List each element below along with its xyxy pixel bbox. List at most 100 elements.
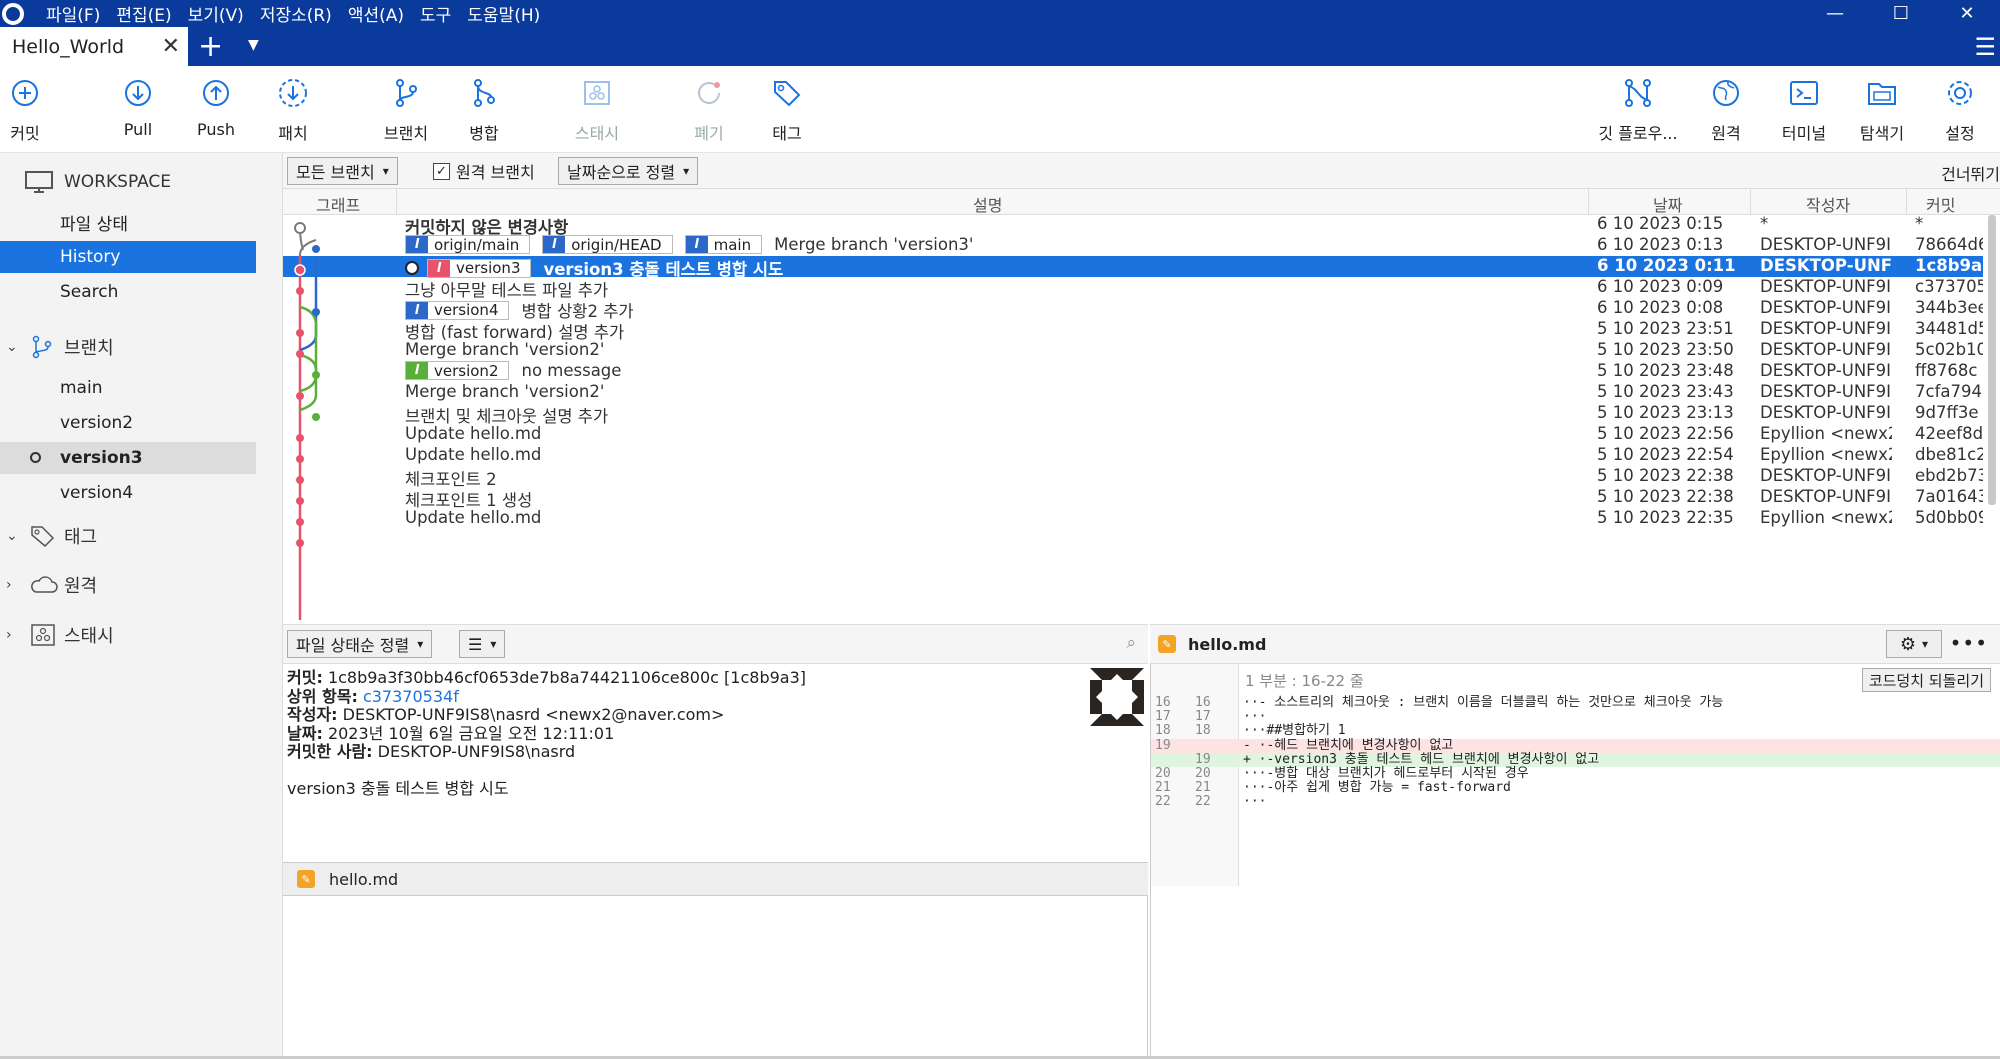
branch-badge[interactable]: ⅼ origin/main: [405, 235, 531, 254]
commit-date: 5 10 2023 22:35: [1597, 508, 1734, 527]
hamburger-menu-icon[interactable]: ☰: [1974, 33, 1996, 61]
branch-badge[interactable]: ⅼ version4: [405, 300, 510, 320]
column-date[interactable]: 날짜: [1653, 192, 1682, 216]
sidebar-section-stashes[interactable]: › 스태시: [6, 619, 114, 651]
menu-view[interactable]: 보기(V): [188, 1, 244, 26]
diff-line-text: ···: [1243, 794, 1267, 810]
merge-button[interactable]: 병합: [444, 78, 524, 144]
commit-message-text: Update hello.md: [405, 424, 542, 443]
maximize-button[interactable]: ☐: [1868, 0, 1934, 27]
sidebar-section-tags[interactable]: ⌄ 태그: [6, 520, 97, 552]
sidebar-branch-main[interactable]: main: [0, 372, 256, 404]
commit-message-text: no message: [521, 361, 622, 380]
diff-view: 1 부분 : 16-22 줄 코드덩치 되돌리기 16 16 ··- 소스트리의 체…: [1150, 664, 2000, 1059]
branch-badge[interactable]: ⅼ main: [684, 235, 763, 254]
line-number: 22: [1195, 794, 1211, 810]
commit-row[interactable]: 병합 (fast forward) 설명 추가 5 10 2023 23:51 DE…: [283, 319, 1983, 342]
commit-row[interactable]: ⅼ version3 version3 충돌 테스트 병합 시도 6 10 2023 …: [283, 256, 1983, 279]
more-options-icon[interactable]: •••: [1950, 631, 1988, 655]
branch-badge[interactable]: ⅼ origin/HEAD: [542, 235, 673, 254]
sidebar-branch-version2[interactable]: version2: [0, 407, 256, 439]
commit-row[interactable]: 체크포인트 25 10 2023 22:38DESKTOP-UNF9IS8ebd…: [283, 466, 1983, 489]
diff-options-button[interactable]: ⚙ ▾: [1886, 630, 1942, 658]
gitflow-button[interactable]: 깃 플로우...: [1598, 78, 1678, 144]
tab-close-icon[interactable]: ✕: [162, 34, 180, 59]
diff-line-text: ···-아주 쉽게 병합 가능 = fast-forward: [1243, 780, 1511, 796]
new-tab-button[interactable]: +: [198, 29, 223, 64]
tab-bar: Hello_World ✕ + ▼ ☰: [0, 27, 2000, 66]
column-graph[interactable]: 그래프: [316, 192, 360, 216]
sidebar-branch-version4[interactable]: version4: [0, 477, 256, 509]
revert-hunk-button[interactable]: 코드덩치 되돌리기: [1861, 668, 1991, 692]
context-line[interactable]: 16 16 ··- 소스트리의 체크아웃 : 브랜치 이름을 더블클릭 하는 것만으…: [1151, 696, 2000, 710]
discard-button[interactable]: 폐기: [669, 78, 749, 144]
commit-row[interactable]: 브랜치 및 체크아웃 설명 추가 5 10 2023 23:13 DESKTOP-U…: [283, 403, 1983, 426]
changed-file-row[interactable]: ✎ hello.md: [283, 862, 1148, 896]
globe-icon: [1711, 78, 1741, 108]
commit-row[interactable]: ⅼ version4 병합 상황2 추가 6 10 2023 0:08 DESKTOP-…: [283, 298, 1983, 321]
column-commit[interactable]: 커밋: [1926, 192, 1955, 216]
tag-icon: [772, 78, 802, 108]
context-line[interactable]: 21 21 ···-아주 쉽게 병합 가능 = fast-forward: [1151, 781, 2000, 795]
menu-repository[interactable]: 저장소(R): [260, 1, 332, 26]
added-line[interactable]: 19 + ·-version3 충돌 테스트 헤드 브랜치에 변경사항이 없고: [1151, 752, 2000, 767]
sidebar-item-search[interactable]: Search: [0, 276, 256, 308]
commit-row[interactable]: Update hello.md 5 10 2023 22:54 Epyllion <…: [283, 445, 1983, 466]
context-line[interactable]: 22 22 ···: [1151, 795, 2000, 809]
column-description[interactable]: 설명: [973, 192, 1002, 216]
commit-row[interactable]: Update hello.md 5 10 2023 22:56 Epyllion <…: [283, 424, 1983, 445]
commit-hash: ebd2b73: [1915, 466, 1983, 485]
tab-hello-world[interactable]: Hello_World ✕: [0, 27, 188, 66]
parent-commit-link[interactable]: c37370534f: [363, 687, 459, 706]
commit-row[interactable]: 커밋하지 않은 변경사항 6 10 2023 0:15 * *: [283, 215, 1983, 237]
stash-button[interactable]: 스태시: [557, 78, 637, 144]
sidebar-item-history[interactable]: History: [0, 241, 256, 273]
sidebar-section-remotes[interactable]: › 원격: [6, 569, 97, 601]
menu-file[interactable]: 파일(F): [46, 1, 100, 26]
sort-dropdown[interactable]: 날짜순으로 정렬 ▾: [558, 157, 699, 185]
commit-row[interactable]: ⅼ origin/main ⅼ origin/HEAD ⅼ main Merge branc…: [283, 235, 1983, 256]
tab-list-dropdown[interactable]: ▼: [248, 37, 259, 53]
skip-link[interactable]: 건너뛰기: [1941, 161, 2000, 185]
patch-button[interactable]: 패치: [253, 78, 333, 144]
context-line[interactable]: 17 17 ···: [1151, 710, 2000, 724]
tag-button[interactable]: 태그: [747, 78, 827, 144]
branch-filter-dropdown[interactable]: 모든 브랜치 ▾: [287, 157, 398, 185]
remote-branches-checkbox[interactable]: ✓ 원격 브랜치: [433, 159, 535, 183]
branch-badge[interactable]: ⅼ version3: [427, 258, 532, 278]
minimize-button[interactable]: —: [1802, 0, 1868, 27]
commit-hash: 1c8b9a3: [1915, 256, 1983, 275]
context-line[interactable]: 20 20 ···-병합 대상 브랜치가 헤드로부터 시작된 경우: [1151, 767, 2000, 781]
line-number: 16: [1155, 695, 1171, 710]
menu-edit[interactable]: 편집(E): [116, 1, 171, 26]
file-sort-dropdown[interactable]: 파일 상태순 정렬 ▾: [287, 630, 433, 658]
view-mode-dropdown[interactable]: ☰ ▾: [459, 630, 506, 658]
explorer-button[interactable]: 탐색기: [1842, 78, 1922, 144]
context-line[interactable]: 18 18 ···##병합하기 1: [1151, 724, 2000, 738]
sidebar-branch-version3[interactable]: version3: [0, 442, 256, 474]
sidebar-section-branches[interactable]: ⌄ 브랜치: [6, 331, 114, 363]
commit-list-scrollbar[interactable]: [1988, 215, 1996, 505]
removed-line[interactable]: 19 - ·-헤드 브랜치에 변경사항이 없고: [1151, 738, 2000, 753]
settings-button[interactable]: 설정: [1920, 78, 2000, 144]
commit-row[interactable]: Merge branch 'version2' 5 10 2023 23:43 DE…: [283, 382, 1983, 403]
commit-row[interactable]: Merge branch 'version2' 5 10 2023 23:50 DE…: [283, 340, 1983, 361]
branch-badge[interactable]: ⅼ version2: [405, 361, 510, 380]
terminal-button[interactable]: 터미널: [1764, 78, 1844, 144]
remote-button[interactable]: 원격: [1686, 78, 1766, 144]
commit-row[interactable]: Update hello.md 5 10 2023 22:35 Epyllion <…: [283, 508, 1983, 529]
branch-button[interactable]: 브랜치: [366, 78, 446, 144]
commit-row[interactable]: 그냥 아무말 테스트 파일 추가 6 10 2023 0:09 DESKTOP-UN…: [283, 277, 1983, 300]
menu-tools[interactable]: 도구: [420, 1, 451, 26]
commit-button[interactable]: 커밋: [0, 78, 65, 144]
pull-button[interactable]: Pull: [98, 78, 178, 139]
search-icon[interactable]: ⌕: [1126, 633, 1136, 653]
menu-help[interactable]: 도움말(H): [467, 1, 540, 26]
commit-row[interactable]: ⅼ version2 no message 5 10 2023 23:48 DESKTO…: [283, 361, 1983, 382]
column-author[interactable]: 작성자: [1806, 192, 1850, 216]
commit-row[interactable]: 체크포인트 1 생성5 10 2023 22:38DESKTOP-UNF9IS8…: [283, 487, 1983, 510]
close-window-button[interactable]: ✕: [1934, 0, 2000, 27]
push-button[interactable]: Push: [176, 78, 256, 139]
menu-actions[interactable]: 액션(A): [348, 1, 404, 26]
sidebar-item-file-status[interactable]: 파일 상태: [0, 206, 256, 238]
